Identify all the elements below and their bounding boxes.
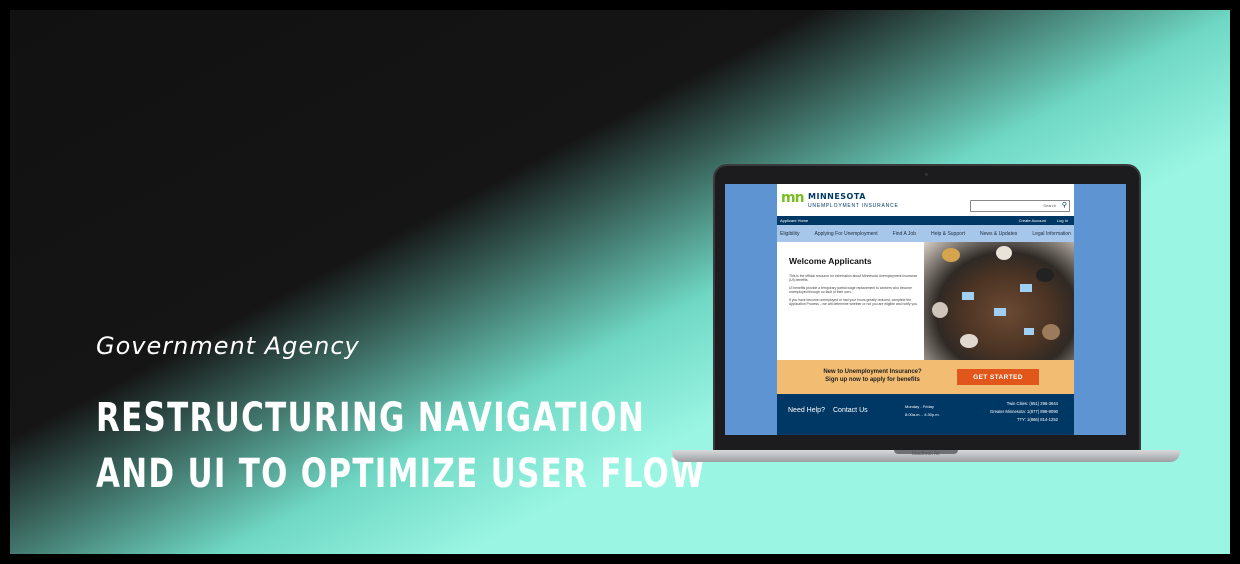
camera-icon: [925, 173, 928, 176]
subtitle: Government Agency: [96, 332, 360, 360]
get-started-button[interactable]: GET STARTED: [957, 369, 1039, 385]
office-hours: Monday - Friday 8:00a.m. - 4:30p.m.: [905, 403, 940, 419]
nav-item-eligibility[interactable]: Eligibility: [780, 231, 799, 237]
create-account-link[interactable]: Create Account: [1019, 218, 1046, 223]
logo-name: MINNESOTA: [808, 192, 866, 201]
nav-item-find-job[interactable]: Find A Job: [893, 231, 916, 237]
hero-paragraph: If you have become unemployed or had you…: [789, 297, 918, 307]
site-footer: Need Help? Contact Us Monday - Friday 8:…: [777, 394, 1074, 435]
banner-text: Government Agency RESTRUCTURING NAVIGATI…: [96, 332, 805, 502]
nav-item-applying[interactable]: Applying For Unemployment: [815, 231, 878, 237]
laptop-base: MacBook Air: [672, 450, 1180, 462]
phone-numbers: Twin Cities: (651) 296-3644 Greater Minn…: [990, 400, 1058, 424]
login-link[interactable]: Log In: [1057, 218, 1068, 223]
cta-line-2: Sign up now to apply for benefits: [825, 377, 920, 383]
site-header: mn MINNESOTA UNEMPLOYMENT INSURANCE Sear…: [777, 184, 1074, 216]
hours-days: Monday - Friday: [905, 404, 934, 409]
headline-line-1: RESTRUCTURING NAVIGATION: [96, 395, 646, 441]
phone-greater-mn: Greater Minnesota: 1(877) 898-9090: [990, 409, 1058, 414]
hero-paragraph: UI benefits provide a temporary partial …: [789, 285, 912, 295]
cta-line-1: New to Unemployment Insurance?: [823, 369, 922, 375]
laptop-lid: mn MINNESOTA UNEMPLOYMENT INSURANCE Sear…: [713, 164, 1141, 456]
search-label: Search: [1043, 203, 1056, 208]
logo-subtitle: UNEMPLOYMENT INSURANCE: [808, 203, 899, 209]
hero-text: Welcome Applicants This is the official …: [789, 256, 919, 309]
need-help-text: Need Help?: [788, 407, 825, 414]
nav-item-help[interactable]: Help & Support: [931, 231, 965, 237]
website: mn MINNESOTA UNEMPLOYMENT INSURANCE Sear…: [777, 184, 1074, 435]
phone-tty: TTY: 1(866) 814-1252: [1017, 417, 1058, 422]
laptop-model-label: MacBook Air: [911, 451, 941, 457]
hours-time: 8:00a.m. - 4:30p.m.: [905, 412, 940, 417]
headline: RESTRUCTURING NAVIGATION AND UI TO OPTIM…: [96, 390, 706, 502]
nav-item-news[interactable]: News & Updates: [980, 231, 1017, 237]
cta-banner: New to Unemployment Insurance? Sign up n…: [777, 360, 1074, 394]
search-icon[interactable]: ⚲: [1062, 201, 1067, 209]
meeting-photo: [924, 242, 1074, 360]
cta-text: New to Unemployment Insurance? Sign up n…: [805, 368, 940, 384]
main-nav: Eligibility Applying For Unemployment Fi…: [777, 225, 1074, 242]
hero-title: Welcome Applicants: [789, 256, 872, 266]
search-input[interactable]: Search ⚲: [970, 200, 1070, 212]
nav-item-legal[interactable]: Legal Information: [1032, 231, 1071, 237]
laptop-screen: mn MINNESOTA UNEMPLOYMENT INSURANCE Sear…: [725, 184, 1126, 435]
hero-paragraph: This is the official resource for inform…: [789, 274, 918, 283]
hero: Welcome Applicants This is the official …: [777, 242, 1074, 360]
top-bar: Applicant Home Create Account Log In: [777, 216, 1074, 225]
headline-line-2: AND UI TO OPTIMIZE USER FLOW: [96, 451, 706, 497]
contact-us-link[interactable]: Contact Us: [833, 407, 868, 414]
applicant-home-link[interactable]: Applicant Home: [780, 218, 808, 223]
logo-icon[interactable]: mn: [781, 190, 805, 206]
phone-twin-cities: Twin Cities: (651) 296-3644: [1006, 401, 1058, 406]
